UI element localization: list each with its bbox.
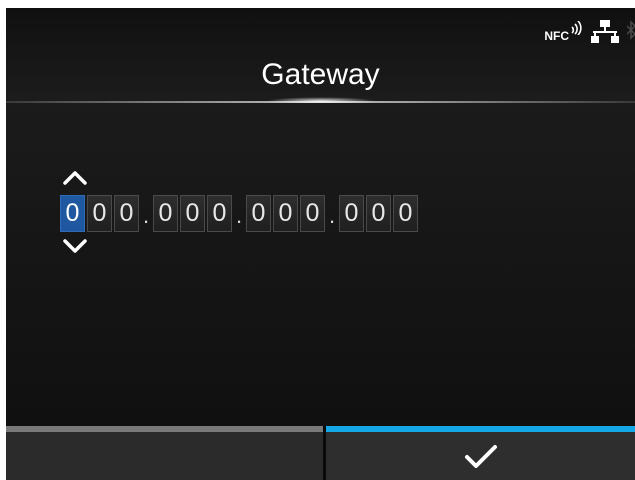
gateway-digit[interactable]: 0	[339, 195, 364, 232]
bluetooth-icon	[627, 20, 635, 40]
gateway-digit[interactable]: 0	[60, 195, 85, 232]
gateway-digit[interactable]: 0	[300, 195, 325, 232]
chevron-up-icon[interactable]	[61, 168, 89, 186]
gateway-digit[interactable]: 0	[246, 195, 271, 232]
gateway-editor: 0 0 0 . 0 0 0 . 0 0 0 . 0 0 0	[6, 103, 635, 426]
nfc-icon: NFC	[544, 21, 583, 43]
gateway-digit[interactable]: 0	[180, 195, 205, 232]
footer	[6, 426, 635, 480]
octet-separator: .	[235, 203, 243, 228]
octet-separator: .	[142, 203, 150, 228]
checkmark-icon	[465, 445, 497, 468]
gateway-digit[interactable]: 0	[393, 195, 418, 232]
gateway-digit[interactable]: 0	[366, 195, 391, 232]
chevron-down-icon[interactable]	[61, 238, 89, 256]
nfc-label: NFC	[544, 29, 569, 43]
confirm-button[interactable]	[326, 426, 635, 480]
status-icons: NFC	[544, 20, 635, 44]
gateway-digit[interactable]: 0	[87, 195, 112, 232]
back-button[interactable]	[6, 426, 323, 480]
printer-screen: NFC Gateway 0 0 0 . 0 0 0 . 0 0 0 . 0 0 …	[6, 8, 635, 480]
gateway-digit[interactable]: 0	[207, 195, 232, 232]
header: NFC Gateway	[6, 8, 635, 101]
page-title: Gateway	[261, 58, 380, 91]
octet-separator: .	[328, 203, 336, 228]
gateway-digit[interactable]: 0	[153, 195, 178, 232]
network-icon	[591, 20, 619, 43]
gateway-digit[interactable]: 0	[273, 195, 298, 232]
gateway-digit[interactable]: 0	[114, 195, 139, 232]
